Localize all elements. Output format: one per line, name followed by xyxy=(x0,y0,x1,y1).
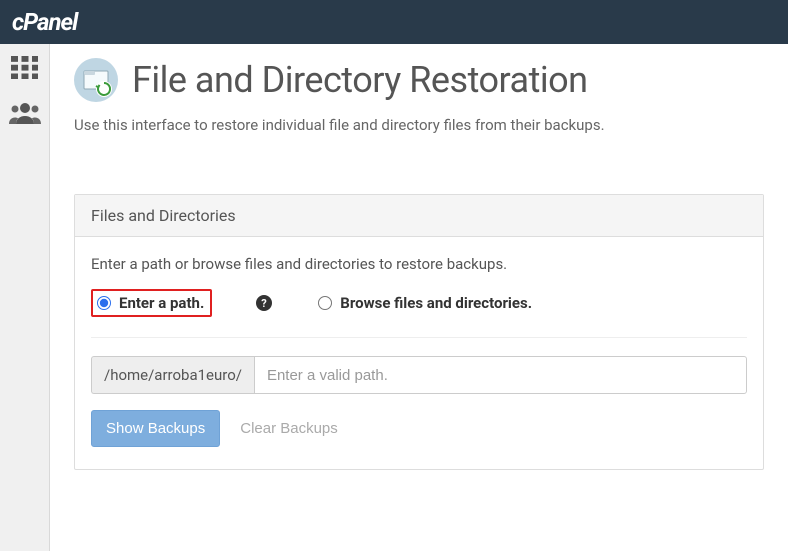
top-bar: cPanel xyxy=(0,0,788,44)
path-input-group: /home/arroba1euro/ xyxy=(91,356,747,394)
help-icon[interactable]: ? xyxy=(256,295,272,311)
panel-instruction: Enter a path or browse files and directo… xyxy=(91,255,747,273)
enter-path-label: Enter a path. xyxy=(119,294,204,312)
browse-radio[interactable]: Browse files and directories. xyxy=(318,294,532,312)
apps-grid-icon[interactable] xyxy=(11,56,39,80)
browse-radio-input[interactable] xyxy=(318,296,332,310)
clear-backups-button[interactable]: Clear Backups xyxy=(236,411,342,446)
page-title: File and Directory Restoration xyxy=(132,59,588,101)
svg-text:?: ? xyxy=(262,297,268,310)
divider xyxy=(91,337,747,338)
enter-path-radio-input[interactable] xyxy=(97,296,111,310)
users-icon[interactable] xyxy=(9,102,41,124)
browse-label: Browse files and directories. xyxy=(340,294,532,312)
enter-path-highlight: Enter a path. xyxy=(91,289,212,317)
path-input[interactable] xyxy=(254,356,747,394)
folder-restore-icon xyxy=(74,58,118,102)
main-content: File and Directory Restoration Use this … xyxy=(50,44,788,551)
files-directories-panel: Files and Directories Enter a path or br… xyxy=(74,194,764,470)
show-backups-button[interactable]: Show Backups xyxy=(91,410,220,447)
panel-title: Files and Directories xyxy=(75,195,763,237)
cpanel-logo: cPanel xyxy=(12,8,77,36)
sidebar xyxy=(0,44,50,551)
path-prefix: /home/arroba1euro/ xyxy=(91,356,254,394)
mode-radio-group: Enter a path. ? Browse files and directo… xyxy=(91,289,747,317)
page-description: Use this interface to restore individual… xyxy=(74,116,764,134)
enter-path-radio[interactable]: Enter a path. xyxy=(97,294,204,312)
